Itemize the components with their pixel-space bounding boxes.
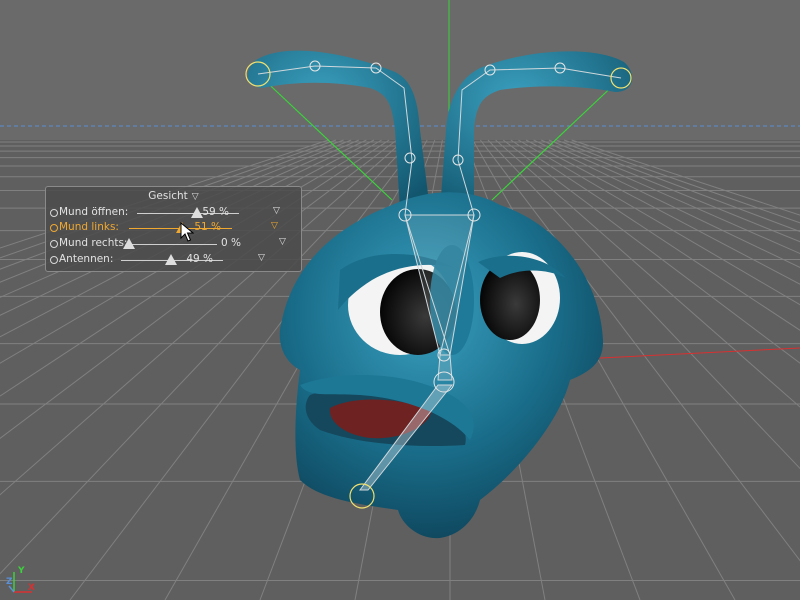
slider-value[interactable]: 0 %: [201, 237, 241, 249]
slider-row[interactable]: Antennen: 49 % ▽: [50, 252, 298, 268]
axis-y-label: Y: [18, 566, 25, 576]
dropdown-triangle-icon[interactable]: ▽: [271, 221, 278, 231]
axis-x-label: X: [28, 583, 35, 593]
slider-label: Mund rechts:: [59, 237, 128, 249]
slider-value[interactable]: 59 %: [189, 206, 229, 218]
slider-row[interactable]: Mund links: 51 % ▽: [50, 220, 298, 236]
slider-label: Mund öffnen:: [59, 206, 129, 218]
mouse-pointer-icon: [180, 222, 194, 242]
dropdown-triangle-icon[interactable]: ▽: [273, 206, 280, 216]
hud-title[interactable]: Gesicht ▽: [46, 190, 301, 202]
slider-label: Mund links:: [59, 221, 119, 233]
axis-z-label: Z: [6, 577, 13, 587]
slider-value[interactable]: 49 %: [173, 253, 213, 265]
3d-viewport[interactable]: Gesicht ▽ Mund öffnen: 59 % ▽ Mund links: 51 …: [0, 0, 800, 600]
dropdown-triangle-icon[interactable]: ▽: [279, 237, 286, 247]
slider-row[interactable]: Mund rechts: 0 % ▽: [50, 236, 298, 252]
hud-title-label: Gesicht: [148, 190, 188, 202]
slider-row[interactable]: Mund öffnen: 59 % ▽: [50, 205, 298, 221]
slider-thumb[interactable]: [123, 238, 135, 249]
hud-gesicht-panel[interactable]: Gesicht ▽ Mund öffnen: 59 % ▽ Mund links: 51 …: [45, 186, 302, 272]
viewport-scene[interactable]: [0, 0, 800, 600]
slider-label: Antennen:: [59, 253, 114, 265]
slider-enable-radio[interactable]: [50, 240, 58, 248]
dropdown-triangle-icon[interactable]: ▽: [258, 253, 265, 263]
dropdown-triangle-icon[interactable]: ▽: [192, 192, 199, 202]
slider-enable-radio[interactable]: [50, 209, 58, 217]
slider-enable-radio[interactable]: [50, 224, 58, 232]
slider-enable-radio[interactable]: [50, 256, 58, 264]
axis-gizmo: Y Z X: [6, 566, 36, 596]
